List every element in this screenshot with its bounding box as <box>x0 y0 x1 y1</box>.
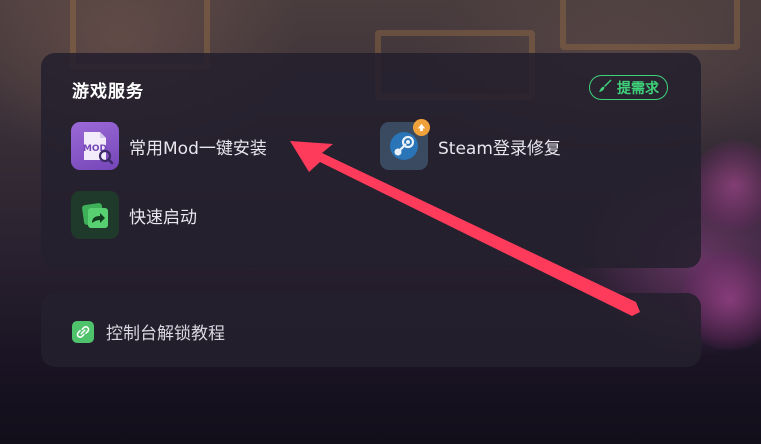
service-label: 快速启动 <box>129 207 197 228</box>
service-label: 常用Mod一键安装 <box>129 138 267 159</box>
link-icon <box>72 320 94 343</box>
tutorial-link[interactable]: 控制台解锁教程 <box>72 319 225 344</box>
background-frame <box>560 0 740 50</box>
tutorial-link-card[interactable]: 控制台解锁教程 <box>41 293 701 367</box>
steam-icon <box>380 119 430 170</box>
request-feature-button[interactable]: 提需求 <box>589 75 668 100</box>
brush-icon <box>597 78 613 98</box>
service-label: Steam登录修复 <box>438 138 561 159</box>
request-feature-label: 提需求 <box>617 80 659 97</box>
upgrade-badge-icon <box>413 119 430 136</box>
quick-launch-icon <box>71 191 119 239</box>
svg-text:MOD: MOD <box>83 144 107 154</box>
service-item-quick-launch[interactable]: 快速启动 <box>71 191 197 239</box>
mod-package-icon: MOD <box>71 122 119 170</box>
section-title: 游戏服务 <box>72 82 144 102</box>
service-item-steam-login-fix[interactable]: Steam登录修复 <box>380 119 561 170</box>
game-services-card: 游戏服务 提需求 MOD 常用Mod一键安装 Steam登录修复 快速启动 <box>41 53 701 268</box>
service-item-mod-install[interactable]: MOD 常用Mod一键安装 <box>71 122 267 170</box>
tutorial-link-label: 控制台解锁教程 <box>106 324 225 344</box>
